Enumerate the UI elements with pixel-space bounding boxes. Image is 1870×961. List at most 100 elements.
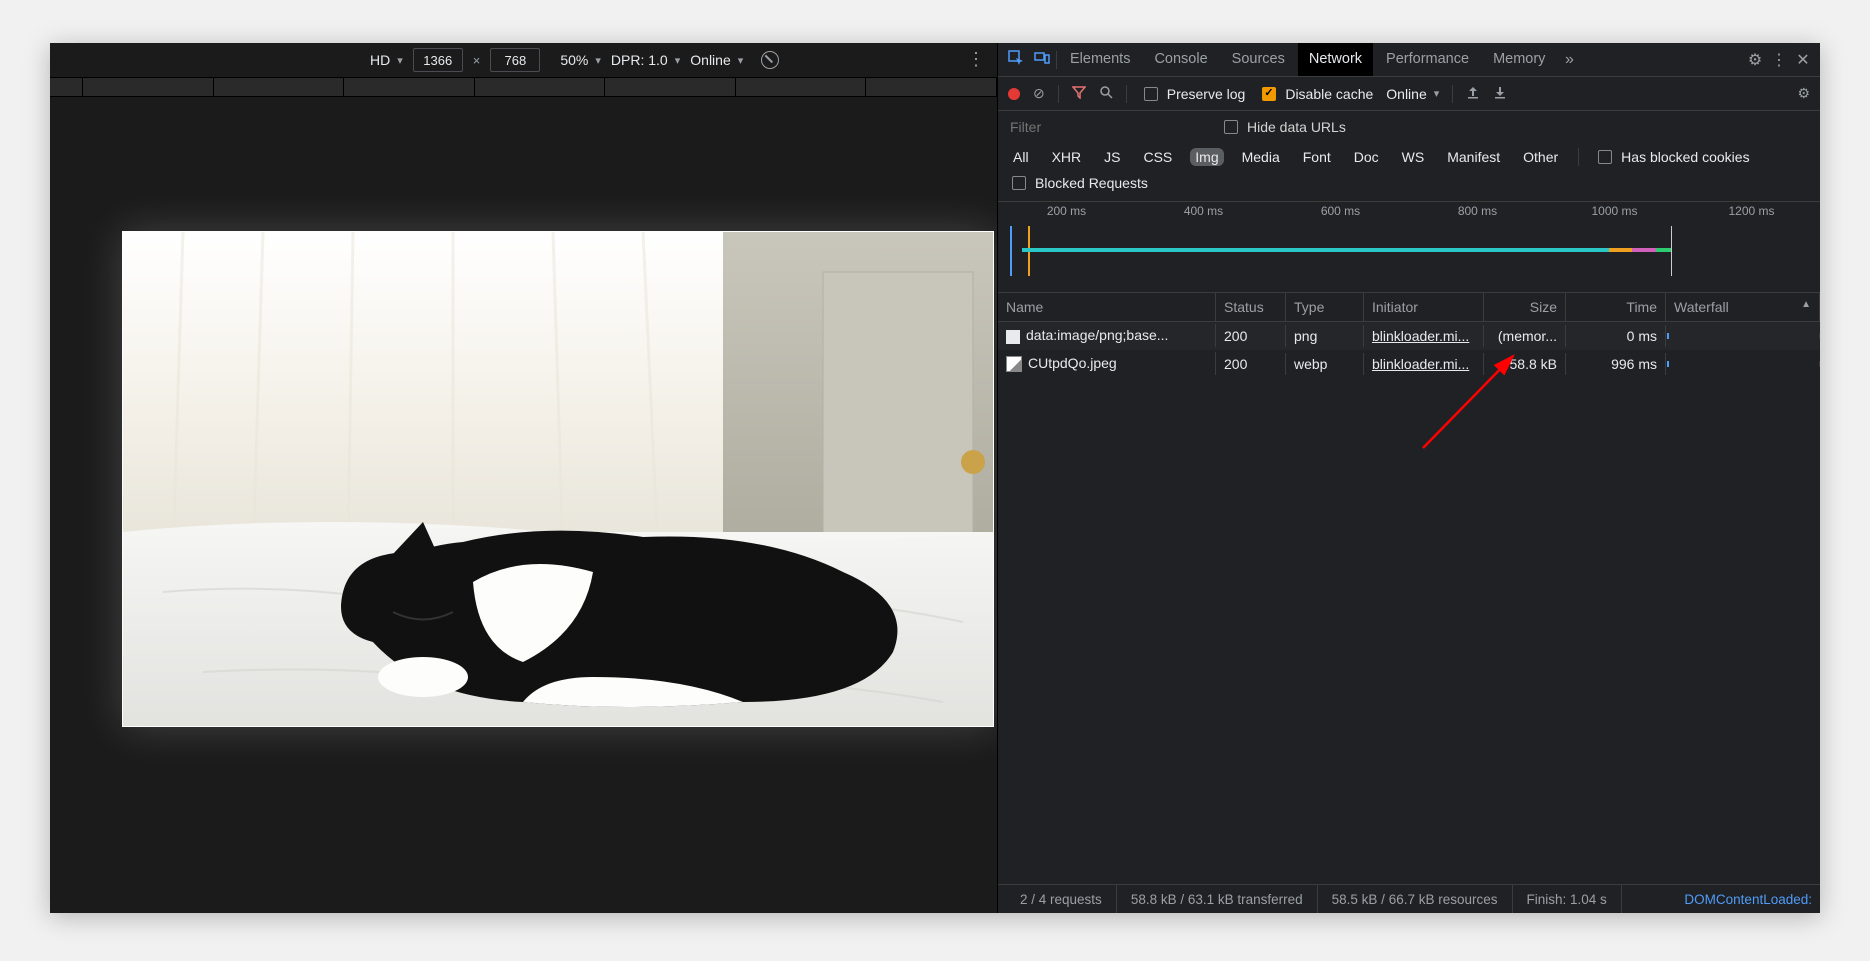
dpr-select[interactable]: DPR: 1.0 — [611, 52, 680, 68]
blocked-requests-checkbox[interactable]: Blocked Requests — [1008, 173, 1148, 193]
divider — [1056, 51, 1057, 69]
cell-name: data:image/png;base... — [998, 324, 1216, 346]
col-initiator[interactable]: Initiator — [1364, 293, 1484, 321]
table-row[interactable]: CUtpdQo.jpeg200webp blinkloader.mi... 58.8… — [998, 350, 1820, 378]
type-filter-doc[interactable]: Doc — [1349, 148, 1384, 166]
cell-initiator: blinkloader.mi... — [1364, 325, 1484, 347]
disable-cache-checkbox[interactable]: Disable cache — [1258, 84, 1373, 104]
width-input[interactable] — [413, 48, 463, 72]
timeline-overview[interactable]: 200 ms400 ms600 ms800 ms1000 ms1200 ms — [998, 201, 1820, 293]
filter-icon[interactable] — [1072, 85, 1086, 102]
type-filter-xhr[interactable]: XHR — [1047, 148, 1087, 166]
tab-performance[interactable]: Performance — [1375, 43, 1480, 76]
status-domloaded: DOMContentLoaded: — [1670, 892, 1812, 907]
filter-row: Hide data URLs — [998, 111, 1820, 143]
status-resources: 58.5 kB / 66.7 kB resources — [1318, 885, 1513, 913]
table-row[interactable]: data:image/png;base...200png blinkloader.… — [998, 322, 1820, 350]
ruler — [50, 77, 997, 97]
timeline-tick: 800 ms — [1409, 204, 1546, 218]
type-filter-other[interactable]: Other — [1518, 148, 1563, 166]
type-filter-all[interactable]: All — [1008, 148, 1034, 166]
col-waterfall[interactable]: Waterfall▲ — [1666, 293, 1820, 321]
table-header: Name Status Type Initiator Size Time Wat… — [998, 293, 1820, 322]
type-filter-ws[interactable]: WS — [1397, 148, 1430, 166]
timeline-tick: 200 ms — [998, 204, 1135, 218]
clear-icon[interactable]: ⊘ — [1033, 85, 1045, 102]
hide-data-urls-checkbox[interactable]: Hide data URLs — [1220, 117, 1346, 137]
cell-time: 0 ms — [1566, 325, 1666, 347]
network-table: Name Status Type Initiator Size Time Wat… — [998, 293, 1820, 884]
network-statusbar: 2 / 4 requests 58.8 kB / 63.1 kB transfe… — [998, 884, 1820, 913]
throttle-select[interactable]: Online — [690, 52, 743, 68]
zoom-select[interactable]: 50% — [560, 52, 601, 68]
throttling-select[interactable]: Online — [1386, 86, 1439, 102]
cell-type: webp — [1286, 353, 1364, 375]
download-icon[interactable] — [1493, 85, 1507, 102]
preserve-log-checkbox[interactable]: Preserve log — [1140, 84, 1246, 104]
col-name[interactable]: Name — [998, 293, 1216, 321]
file-icon — [1006, 356, 1022, 372]
type-filter-media[interactable]: Media — [1237, 148, 1285, 166]
file-icon — [1006, 330, 1020, 344]
divider — [1058, 85, 1059, 103]
cell-status: 200 — [1216, 353, 1286, 375]
more-tabs-icon[interactable]: » — [1558, 51, 1580, 69]
cell-name: CUtpdQo.jpeg — [998, 352, 1216, 375]
type-filter-js[interactable]: JS — [1099, 148, 1125, 166]
settings-icon[interactable]: ⚙ — [1744, 50, 1766, 70]
tab-elements[interactable]: Elements — [1059, 43, 1141, 76]
cell-type: png — [1286, 325, 1364, 347]
height-input[interactable] — [490, 48, 540, 72]
initiator-link[interactable]: blinkloader.mi... — [1372, 328, 1469, 344]
tab-console[interactable]: Console — [1143, 43, 1218, 76]
type-filter-css[interactable]: CSS — [1138, 148, 1177, 166]
kebab-icon[interactable]: ⋮ — [1768, 50, 1790, 70]
devtools-window: HD × 50% DPR: 1.0 Online ⋮ — [50, 43, 1820, 913]
filter-input[interactable] — [1008, 118, 1192, 136]
tab-memory[interactable]: Memory — [1482, 43, 1556, 76]
search-icon[interactable] — [1099, 85, 1113, 102]
col-time[interactable]: Time — [1566, 293, 1666, 321]
cell-size: (memor... — [1484, 325, 1566, 347]
cell-waterfall — [1666, 361, 1820, 367]
type-filter-font[interactable]: Font — [1298, 148, 1336, 166]
record-icon[interactable] — [1008, 88, 1020, 100]
divider — [1452, 85, 1453, 103]
network-settings-icon[interactable]: ⚙ — [1797, 85, 1810, 102]
close-icon[interactable]: ✕ — [1792, 50, 1814, 70]
tab-sources[interactable]: Sources — [1221, 43, 1296, 76]
divider — [1126, 85, 1127, 103]
timeline-tick: 1000 ms — [1546, 204, 1683, 218]
type-filter-manifest[interactable]: Manifest — [1442, 148, 1505, 166]
inspect-icon[interactable] — [1004, 50, 1028, 70]
cell-status: 200 — [1216, 325, 1286, 347]
upload-icon[interactable] — [1466, 85, 1480, 102]
status-finish: Finish: 1.04 s — [1513, 885, 1622, 913]
tab-network[interactable]: Network — [1298, 43, 1373, 76]
has-blocked-cookies-checkbox[interactable]: Has blocked cookies — [1594, 147, 1749, 167]
devtools-panel: ElementsConsoleSourcesNetworkPerformance… — [997, 43, 1820, 913]
col-status[interactable]: Status — [1216, 293, 1286, 321]
device-preview-pane: HD × 50% DPR: 1.0 Online ⋮ — [50, 43, 997, 913]
rendered-page — [122, 231, 994, 727]
blocked-requests-row: Blocked Requests — [998, 173, 1820, 201]
status-requests: 2 / 4 requests — [1006, 885, 1117, 913]
cell-waterfall — [1666, 333, 1820, 339]
cell-size: 58.8 kB — [1484, 353, 1566, 375]
rotate-icon[interactable] — [761, 51, 779, 69]
timeline-tick: 600 ms — [1272, 204, 1409, 218]
type-filter-row: All XHR JS CSS Img Media Font Doc WS Manifest Othe… — [998, 143, 1820, 173]
status-transferred: 58.8 kB / 63.1 kB transferred — [1117, 885, 1318, 913]
dimension-separator: × — [473, 53, 481, 68]
timeline-tick: 400 ms — [1135, 204, 1272, 218]
cell-time: 996 ms — [1566, 353, 1666, 375]
device-mode-icon[interactable] — [1030, 50, 1054, 70]
more-icon[interactable]: ⋮ — [961, 49, 991, 70]
col-size[interactable]: Size — [1484, 293, 1566, 321]
timeline-tick: 1200 ms — [1683, 204, 1820, 218]
type-filter-img[interactable]: Img — [1190, 148, 1223, 166]
col-type[interactable]: Type — [1286, 293, 1364, 321]
cell-initiator: blinkloader.mi... — [1364, 353, 1484, 375]
initiator-link[interactable]: blinkloader.mi... — [1372, 356, 1469, 372]
device-select[interactable]: HD — [370, 52, 403, 68]
